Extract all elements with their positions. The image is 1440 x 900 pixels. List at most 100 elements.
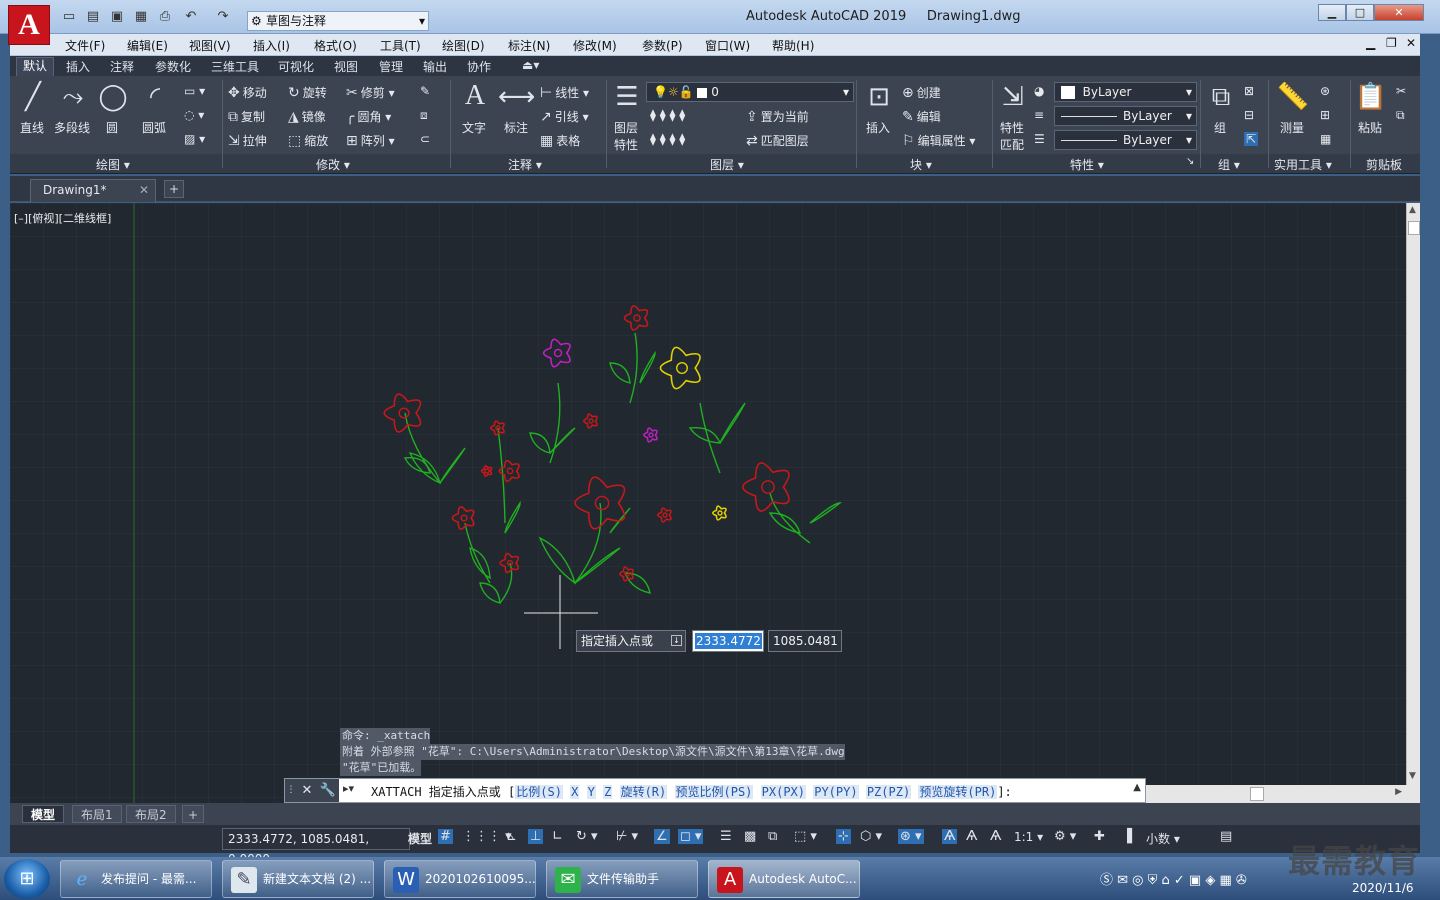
vertical-scrollbar[interactable]: ▲ ▼ [1406, 203, 1420, 785]
tab-manage[interactable]: 管理 [379, 58, 403, 75]
3d-osnap-icon[interactable]: ⬚ ▾ [794, 829, 817, 844]
tray-icons[interactable]: Ⓢ ✉ ◎ ⛨ ⌂ ✓ ▣ ◈ ▦ ✇ [1100, 869, 1247, 888]
set-current-button[interactable]: ⇪ 置为当前 [746, 108, 809, 125]
option-y[interactable]: Y [586, 785, 596, 799]
move-button[interactable]: ✥ 移动 [228, 84, 267, 101]
horizontal-scrollbar[interactable]: ▶ [1146, 785, 1420, 803]
option-preview-scale[interactable]: 预览比例(PS) [674, 785, 754, 799]
layer-properties-icon[interactable]: ☰ [610, 80, 644, 114]
option-preview-rotate[interactable]: 预览旋转(PR) [918, 785, 998, 799]
option-scale[interactable]: 比例(S) [515, 785, 563, 799]
open-icon[interactable]: ▤ [84, 9, 102, 25]
tab-visualize[interactable]: 可视化 [278, 58, 314, 75]
add-layout-button[interactable]: + [182, 805, 205, 823]
close-tab-icon[interactable]: ✕ [139, 180, 149, 201]
y-coordinate-input[interactable]: 1085.0481 [768, 630, 842, 652]
explode-icon[interactable]: ⧈ [420, 108, 428, 123]
text-button-label[interactable]: 文字 [462, 119, 486, 136]
layer-tools-row-2[interactable]: ⧫ ⧫ ⧫ ⧫ [650, 132, 685, 146]
doc-close-button[interactable]: ✕ [1406, 36, 1416, 50]
mirror-button[interactable]: ◮ 镜像 [288, 108, 326, 125]
x-coordinate-input[interactable]: 2333.4772 [692, 630, 764, 652]
option-py[interactable]: PY(PY) [813, 785, 859, 799]
copy-button[interactable]: ⧉ 复制 [228, 108, 265, 125]
line-button-label[interactable]: 直线 [20, 119, 44, 136]
dimension-icon[interactable]: ⟷ [498, 80, 535, 114]
layer-properties-label-2[interactable]: 特性 [614, 136, 638, 153]
dynamic-ucs-icon[interactable]: ⊹ [836, 829, 851, 844]
menu-insert[interactable]: 插入(I) [253, 37, 290, 54]
group-edit-icon[interactable]: ⊟ [1244, 108, 1254, 122]
circle-icon[interactable]: ◯ [96, 80, 130, 114]
quick-select-icon[interactable]: ⊛ [1320, 84, 1330, 98]
print-icon[interactable]: ⎙ [156, 9, 174, 25]
table-button[interactable]: ▦ 表格 [540, 132, 580, 149]
option-pz[interactable]: PZ(PZ) [865, 785, 912, 799]
minimize-button[interactable]: ▁ [1318, 4, 1346, 21]
workspace-gear-icon[interactable]: ⚙ ▾ [1054, 829, 1076, 844]
undo-icon[interactable]: ↶ [182, 9, 200, 25]
option-px[interactable]: PX(PX) [760, 785, 806, 799]
tab-view[interactable]: 视图 [334, 58, 358, 75]
text-icon[interactable]: A [458, 80, 492, 114]
menu-edit[interactable]: 编辑(E) [127, 37, 168, 54]
polyline-button-label[interactable]: 多段线 [54, 119, 90, 136]
fillet-button[interactable]: ╭ 圆角 ▾ [346, 108, 391, 125]
menu-view[interactable]: 视图(V) [189, 37, 231, 54]
tab-3d-tools[interactable]: 三维工具 [211, 58, 259, 75]
workspace-select[interactable]: 草图与注释 ⚙ ▾ [247, 11, 429, 31]
chevron-up-icon[interactable]: ▲ [1133, 782, 1141, 793]
taskbar-item-autocad[interactable]: A Autodesk AutoC... [708, 860, 860, 898]
grid-icon[interactable]: # [438, 829, 453, 844]
arc-button-label[interactable]: 圆弧 [142, 119, 166, 136]
trim-button[interactable]: ✂ 修剪 ▾ [346, 84, 395, 101]
taskbar-item-notepad[interactable]: ✎ 新建文本文档 (2) ... [222, 860, 374, 898]
options-arrow-icon[interactable]: ↓ [671, 635, 682, 646]
tab-layout2[interactable]: 布局2 [126, 805, 176, 823]
option-z[interactable]: Z [603, 785, 613, 799]
layer-select[interactable]: 💡☼🔓 0 ▾ [646, 82, 854, 102]
match-properties-icon[interactable]: ⇲ [996, 80, 1030, 114]
array-button[interactable]: ⊞ 阵列 ▾ [346, 132, 395, 149]
gizmo-icon[interactable]: ⊛ ▾ [898, 829, 924, 844]
plus-icon[interactable]: ✚ [1094, 829, 1105, 844]
layer-properties-label-1[interactable]: 图层 [614, 119, 638, 136]
option-x[interactable]: X [570, 785, 580, 799]
auto-scale-icon[interactable]: Ѧ [966, 829, 977, 844]
doc-restore-button[interactable]: ❐ [1386, 36, 1397, 50]
erase-icon[interactable]: ✎ [420, 84, 430, 98]
selection-cycling-icon[interactable]: ⧉ [768, 829, 777, 844]
lineweight-select[interactable]: ByLayer ▾ [1054, 130, 1197, 150]
menu-modify[interactable]: 修改(M) [573, 37, 617, 54]
match-properties-label-1[interactable]: 特性 [1000, 119, 1024, 136]
infer-icon[interactable]: ⊾ [506, 829, 517, 844]
paste-button-label[interactable]: 粘贴 [1358, 119, 1382, 136]
arc-icon[interactable]: ◜ [138, 80, 172, 114]
menu-help[interactable]: 帮助(H) [772, 37, 814, 54]
panel-modify-title[interactable]: 修改 ▾ [316, 156, 350, 173]
taskbar-item-wechat[interactable]: ✉ 文件传输助手 [546, 860, 698, 898]
panel-utilities-title[interactable]: 实用工具 ▾ [1274, 156, 1332, 173]
insert-block-icon[interactable]: ⊡ [862, 80, 896, 114]
viewport-controls[interactable]: [–][俯视][二维线框] [14, 210, 111, 226]
annotation-scale-select[interactable]: 1:1 ▾ [1014, 830, 1043, 844]
osnap-icon[interactable]: ◻ ▾ [678, 829, 704, 844]
group-button-label[interactable]: 组 [1214, 119, 1226, 136]
selection-filter-icon[interactable]: ⬡ ▾ [860, 829, 882, 844]
panel-annotation-title[interactable]: 注释 ▾ [508, 156, 542, 173]
panel-layers-title[interactable]: 图层 ▾ [710, 156, 744, 173]
tab-layout1[interactable]: 布局1 [72, 805, 122, 823]
line-icon[interactable]: ╱ [16, 80, 50, 114]
grip-icon[interactable]: ⋮ [285, 779, 297, 802]
linetype-select[interactable]: ByLayer ▾ [1054, 106, 1197, 126]
rectangle-icon[interactable]: ▭ ▾ [184, 84, 205, 98]
match-layer-button[interactable]: ⇄ 匹配图层 [746, 132, 809, 149]
edit-attributes-button[interactable]: ⚐ 编辑属性 ▾ [902, 132, 975, 149]
osnap-tracking-icon[interactable]: ∠ [654, 829, 670, 844]
group-select-icon[interactable]: ⇱ [1244, 132, 1259, 146]
tab-parametric[interactable]: 参数化 [155, 58, 191, 75]
menu-file[interactable]: 文件(F) [65, 37, 105, 54]
leader-button[interactable]: ↗ 引线 ▾ [540, 108, 589, 125]
option-rotate[interactable]: 旋转(R) [619, 785, 668, 799]
panel-draw-title[interactable]: 绘图 ▾ [96, 156, 130, 173]
